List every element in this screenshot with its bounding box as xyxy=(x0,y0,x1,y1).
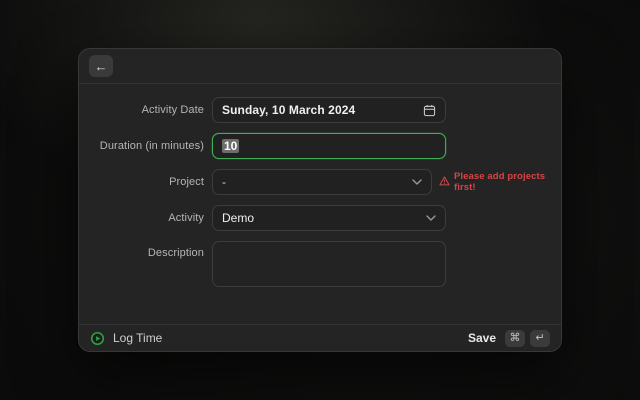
activity-value: Demo xyxy=(222,211,426,225)
return-key-icon: ↵ xyxy=(530,330,550,347)
play-circle-icon xyxy=(90,331,105,346)
chevron-down-icon xyxy=(412,179,422,185)
duration-value: 10 xyxy=(222,139,239,153)
duration-row: Duration (in minutes) 10 xyxy=(79,133,561,159)
project-select[interactable]: - xyxy=(212,169,432,195)
description-textarea[interactable] xyxy=(212,241,446,287)
chevron-down-icon xyxy=(426,215,436,221)
description-label: Description xyxy=(87,241,204,259)
command-key-icon: ⌘ xyxy=(505,330,525,347)
activity-date-value: Sunday, 10 March 2024 xyxy=(222,103,423,117)
project-label: Project xyxy=(87,176,204,188)
activity-date-row: Activity Date Sunday, 10 March 2024 xyxy=(79,97,561,123)
footer-brand: Log Time xyxy=(90,331,162,346)
project-row: Project - Please add projects first! xyxy=(79,169,561,195)
footer-title: Log Time xyxy=(113,331,162,345)
project-warning-text: Please add projects first! xyxy=(454,171,561,193)
save-button[interactable]: Save ⌘ ↵ xyxy=(468,330,550,347)
duration-label: Duration (in minutes) xyxy=(87,140,204,152)
description-row: Description xyxy=(79,241,561,287)
duration-input[interactable]: 10 xyxy=(212,133,446,159)
project-value: - xyxy=(222,175,412,189)
dialog-header: ← xyxy=(79,49,561,84)
alert-triangle-icon xyxy=(439,176,450,189)
activity-select[interactable]: Demo xyxy=(212,205,446,231)
project-warning: Please add projects first! xyxy=(439,171,561,193)
dialog-footer: Log Time Save ⌘ ↵ xyxy=(79,324,561,351)
back-arrow-icon: ← xyxy=(95,60,108,73)
log-time-form: Activity Date Sunday, 10 March 2024 Dura… xyxy=(79,84,561,324)
back-button[interactable]: ← xyxy=(89,55,113,77)
log-time-dialog: ← Activity Date Sunday, 10 March 2024 Du… xyxy=(78,48,562,352)
activity-date-field[interactable]: Sunday, 10 March 2024 xyxy=(212,97,446,123)
activity-row: Activity Demo xyxy=(79,205,561,231)
activity-date-label: Activity Date xyxy=(87,104,204,116)
calendar-icon[interactable] xyxy=(423,104,436,117)
activity-label: Activity xyxy=(87,212,204,224)
save-label: Save xyxy=(468,331,496,345)
